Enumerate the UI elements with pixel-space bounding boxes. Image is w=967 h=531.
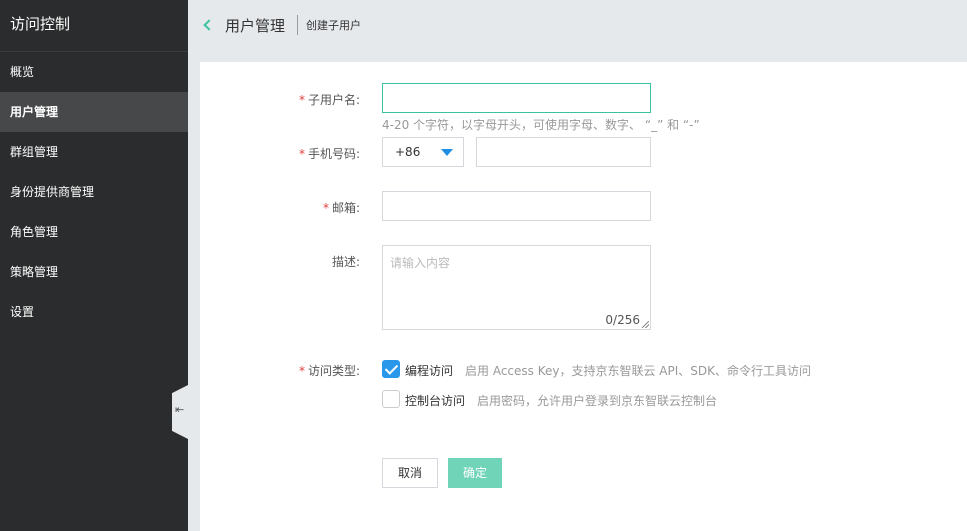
email-input[interactable]	[382, 191, 651, 221]
page-title: 用户管理	[225, 16, 286, 35]
console-access-label[interactable]: 控制台访问	[405, 392, 465, 409]
country-code-select[interactable]: +86	[382, 137, 464, 167]
back-chevron-icon[interactable]	[201, 15, 219, 35]
sidebar-title: 访问控制	[0, 0, 188, 52]
description-placeholder: 请输入内容	[390, 256, 451, 270]
description-counter: 0/256	[605, 313, 640, 327]
required-mark: *	[322, 201, 329, 215]
sidebar-collapse-button[interactable]: ⇤	[172, 385, 188, 439]
programmatic-access-desc: 启用 Access Key，支持京东智联云 API、SDK、命令行工具访问	[465, 364, 811, 378]
page-header: 用户管理 创建子用户	[188, 0, 967, 50]
create-user-form: * 子用户名: 4-20 个字符，以字母开头，可使用字母、数字、 “_” 和 “-…	[200, 62, 967, 531]
phone-input[interactable]	[476, 137, 651, 167]
email-label: * 邮箱:	[322, 201, 360, 215]
country-code-value: +86	[395, 145, 421, 159]
collapse-icon: ⇤	[175, 403, 185, 416]
console-access-desc: 启用密码，允许用户登录到京东智联云控制台	[477, 394, 718, 408]
header-divider	[297, 15, 299, 35]
username-input[interactable]	[382, 83, 651, 113]
sidebar-item-overview[interactable]: 概览	[0, 52, 188, 92]
sidebar-item-settings[interactable]: 设置	[0, 292, 188, 332]
required-mark: *	[298, 147, 305, 161]
programmatic-access-label[interactable]: 编程访问	[405, 362, 453, 379]
sidebar-item-groups[interactable]: 群组管理	[0, 132, 188, 172]
required-mark: *	[298, 93, 305, 107]
sidebar: 访问控制 概览 用户管理 群组管理 身份提供商管理 角色管理 策略管理 设置	[0, 0, 188, 531]
caret-down-icon	[441, 149, 453, 156]
username-hint: 4-20 个字符，以字母开头，可使用字母、数字、 “_” 和 “-”	[382, 118, 700, 132]
access-type-label: * 访问类型:	[298, 364, 360, 378]
breadcrumb-current: 创建子用户	[306, 19, 362, 32]
sidebar-item-policies[interactable]: 策略管理	[0, 252, 188, 292]
description-textarea[interactable]: 请输入内容 0/256	[382, 245, 651, 330]
sidebar-item-users[interactable]: 用户管理	[0, 92, 188, 132]
sidebar-item-identity-providers[interactable]: 身份提供商管理	[0, 172, 188, 212]
phone-label: * 手机号码:	[298, 147, 360, 161]
username-label: * 子用户名:	[298, 93, 360, 107]
required-mark: *	[298, 364, 305, 378]
cancel-button[interactable]: 取消	[382, 458, 438, 488]
programmatic-access-checkbox[interactable]	[382, 360, 400, 378]
console-access-checkbox[interactable]	[382, 390, 400, 408]
resize-grip-icon[interactable]	[642, 321, 649, 328]
confirm-button[interactable]: 确定	[448, 458, 502, 488]
description-label: 描述:	[331, 255, 360, 269]
sidebar-item-roles[interactable]: 角色管理	[0, 212, 188, 252]
